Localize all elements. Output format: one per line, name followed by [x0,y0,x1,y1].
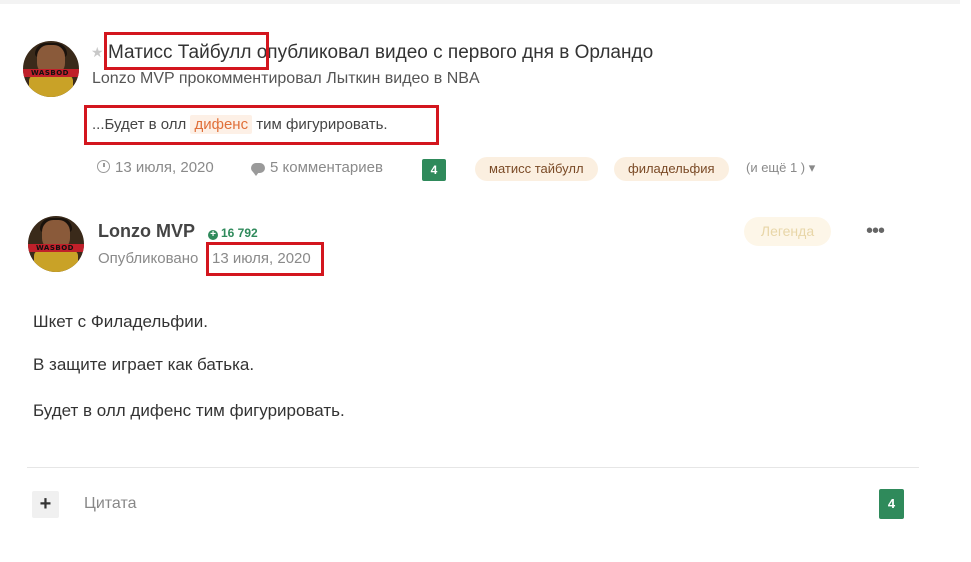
activity-comments-text[interactable]: 5 комментариев [270,159,383,176]
comment-icon [251,163,265,176]
tag-matisse-thybulle[interactable]: матисс тайбулл [475,157,598,181]
reputation-value: 16 792 [221,226,258,240]
caret-down-icon[interactable]: ▾ [809,160,816,175]
reaction-count-badge[interactable]: 4 [879,489,904,519]
post-paragraph: В защите играет как батька. [33,355,255,374]
annotation-box-snippet [84,105,439,145]
rank-badge: Легенда [744,217,831,246]
ellipsis-icon[interactable]: ••• [866,221,885,241]
multiquote-plus-button[interactable]: + [32,491,59,518]
top-divider [0,0,960,4]
quote-button[interactable]: Цитата [84,495,137,513]
avatar-logo-text: WASBOD [31,69,69,77]
annotation-box-date [206,242,324,276]
activity-avatar[interactable]: WASBOD [23,41,79,97]
post-paragraph: Будет в олл дифенс тим фигурировать. [33,401,345,420]
activity-comments-link[interactable]: 5 комментариев [251,159,383,176]
post-author-name[interactable]: Lonzo MVP [98,221,195,242]
reputation[interactable]: +16 792 [208,226,258,240]
tag-philadelphia[interactable]: филадельфия [614,157,729,181]
published-label: Опубликовано [98,250,199,267]
activity-date: 13 июля, 2020 [97,159,214,176]
star-icon[interactable]: ★ [91,44,104,61]
plus-circle-icon: + [208,230,218,240]
activity-subline[interactable]: Lonzo MVP прокомментировал Лыткин видео … [92,70,480,88]
post-avatar-logo-text: WASBOD [36,244,74,252]
post-paragraph: Шкет с Филадельфии. [33,312,208,331]
more-tags-text[interactable]: (и ещё 1 ) [746,160,805,175]
annotation-box-author [104,32,269,70]
activity-date-text: 13 июля, 2020 [115,159,214,176]
clock-icon [97,160,110,173]
post-avatar[interactable]: WASBOD [28,216,84,272]
activity-action-text[interactable]: опубликовал видео с первого дня в Орланд… [251,42,653,63]
activity-count-badge: 4 [422,159,446,181]
post-footer-divider [27,467,919,468]
more-tags-toggle[interactable]: (и ещё 1 ) ▾ [746,160,815,176]
